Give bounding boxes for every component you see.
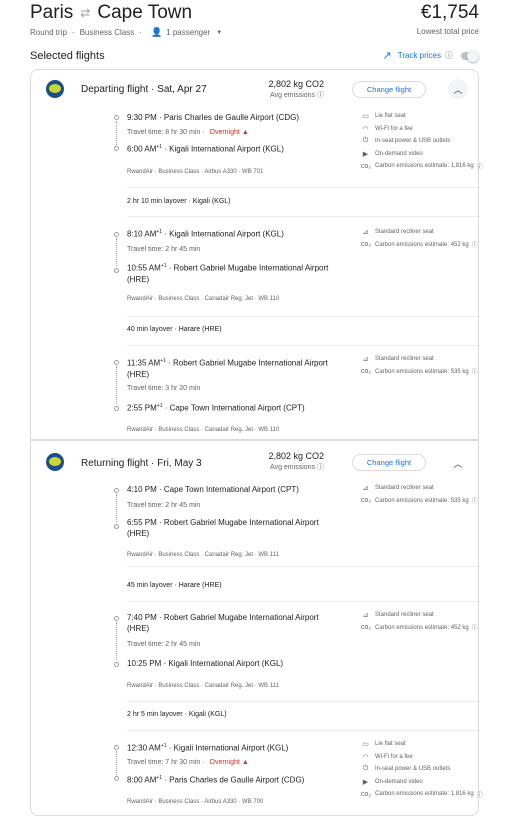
- chevron-down-icon: ▼: [216, 29, 223, 36]
- warning-icon: ▲: [241, 129, 249, 136]
- amenities-list: ⊿ Standard recliner seat co₂ Carbon emissi…: [361, 485, 478, 506]
- layover-info: 2 hr 5 min layover · Kigali (KGL): [127, 711, 227, 718]
- segment-details: RwandAir · Business Class · Canadair Reg…: [127, 296, 280, 302]
- returning-title: Returning flight · Fri, May 3: [81, 458, 202, 469]
- trip-summary: Paris ⇄ Cape Town €1,754 Round trip · Bu…: [30, 0, 479, 40]
- rwandair-logo-icon: [46, 80, 64, 98]
- segment-details: RwandAir · Business Class · Airbus A330 …: [127, 799, 264, 805]
- co2-icon: co₂: [361, 790, 372, 798]
- amenities-list: ▭ Lie flat seat ◠ Wi-Fi for a fee ⏻ In-seat…: [361, 113, 483, 171]
- amenities-list: ⊿ Standard recliner seat co₂ Carbon emissi…: [361, 229, 478, 250]
- power-outlet-icon: ⏻: [362, 765, 369, 773]
- returning-segment-1: 4:10 PM · Cape Town International Airpor…: [84, 481, 480, 561]
- trend-icon: ↗: [382, 50, 392, 62]
- change-returning-flight-button[interactable]: Change flight: [352, 454, 426, 471]
- info-icon[interactable]: ⓘ: [445, 50, 453, 61]
- price-caption: Lowest total price: [416, 27, 479, 36]
- warning-icon: ▲: [241, 759, 249, 766]
- rwandair-logo-icon: [46, 453, 64, 471]
- departing-co2: 2,802 kg CO2 Avg emissions ⓘ: [268, 79, 324, 99]
- info-icon[interactable]: ⓘ: [472, 240, 478, 249]
- returning-flight-card: Returning flight · Fri, May 3 2,802 kg C…: [30, 440, 483, 816]
- trip-type: Round trip: [30, 28, 67, 37]
- segment-details: RwandAir · Business Class · Canadair Reg…: [127, 427, 280, 433]
- co2-icon: co₂: [361, 497, 372, 505]
- returning-co2: 2,802 kg CO2 Avg emissions ⓘ: [268, 451, 324, 471]
- segment-details: RwandAir · Business Class · Canadair Reg…: [127, 552, 279, 558]
- track-prices-toggle[interactable]: [461, 49, 479, 62]
- passengers-label: 1 passenger: [166, 28, 211, 37]
- departing-segment-3: 11:35 AM+1 · Robert Gabriel Mugabe Inter…: [84, 353, 480, 441]
- passengers-selector[interactable]: 👤 1 passenger ▼: [147, 27, 222, 38]
- recliner-seat-icon: ⊿: [362, 485, 369, 493]
- video-icon: ▶: [362, 150, 369, 158]
- recliner-seat-icon: ⊿: [362, 229, 369, 237]
- info-icon[interactable]: ⓘ: [317, 92, 324, 99]
- collapse-chevron-up-icon[interactable]: ︿: [448, 453, 468, 473]
- collapse-chevron-up-icon[interactable]: ︿: [448, 79, 468, 99]
- departing-title: Departing flight · Sat, Apr 27: [81, 84, 207, 95]
- info-icon[interactable]: ⓘ: [472, 496, 478, 505]
- amenities-list: ⊿ Standard recliner seat co₂ Carbon emissi…: [361, 612, 478, 633]
- amenities-list: ▭ Lie flat seat ◠ Wi-Fi for a fee ⏻ In-seat…: [361, 741, 483, 799]
- total-price: €1,754: [420, 2, 479, 23]
- segment-details: RwandAir · Business Class · Canadair Reg…: [127, 683, 279, 689]
- co2-icon: co₂: [361, 241, 372, 249]
- layover-info: 40 min layover · Harare (HRE): [127, 326, 222, 333]
- segment-details: RwandAir · Business Class · Airbus A330 …: [127, 169, 264, 175]
- recliner-seat-icon: ⊿: [362, 356, 369, 364]
- destination-city: Cape Town: [97, 2, 193, 23]
- video-icon: ▶: [362, 778, 369, 786]
- wifi-icon: ◠: [362, 125, 369, 133]
- seat-icon: ▭: [362, 741, 369, 749]
- departing-segment-2: 8:10 AM+1 · Kigali International Airport…: [84, 225, 480, 315]
- info-icon[interactable]: ⓘ: [477, 790, 483, 799]
- selected-flights-title: Selected flights: [30, 50, 105, 62]
- info-icon[interactable]: ⓘ: [477, 162, 483, 171]
- info-icon[interactable]: ⓘ: [317, 464, 324, 471]
- wifi-icon: ◠: [362, 753, 369, 761]
- info-icon[interactable]: ⓘ: [472, 623, 478, 632]
- amenities-list: ⊿ Standard recliner seat co₂ Carbon emissi…: [361, 356, 478, 377]
- person-icon: 👤: [150, 27, 163, 37]
- round-trip-arrows-icon: ⇄: [80, 6, 91, 20]
- layover-info: 2 hr 10 min layover · Kigali (KGL): [127, 198, 231, 205]
- departing-segment-1: 9:30 PM · Paris Charles de Gaulle Airpor…: [84, 108, 483, 184]
- recliner-seat-icon: ⊿: [362, 612, 369, 620]
- returning-segment-3: 12:30 AM+1 · Kigali International Airpor…: [84, 738, 483, 816]
- track-prices[interactable]: ↗ Track prices ⓘ: [383, 49, 479, 62]
- power-outlet-icon: ⏻: [362, 137, 369, 145]
- seat-icon: ▭: [362, 113, 369, 121]
- returning-segment-2: 7:40 PM · Robert Gabriel Mugabe Internat…: [84, 609, 480, 699]
- track-prices-label: Track prices: [397, 51, 441, 60]
- co2-icon: co₂: [361, 624, 372, 632]
- co2-icon: co₂: [361, 368, 372, 376]
- route-title: Paris ⇄ Cape Town: [30, 2, 192, 24]
- co2-icon: co₂: [361, 162, 372, 170]
- origin-city: Paris: [30, 2, 74, 23]
- trip-meta: Round trip · Business Class · 👤 1 passen…: [30, 27, 223, 38]
- layover-info: 45 min layover · Harare (HRE): [127, 582, 222, 589]
- info-icon[interactable]: ⓘ: [472, 367, 478, 376]
- cabin-class: Business Class: [79, 28, 135, 37]
- departing-flight-card: Departing flight · Sat, Apr 27 2,802 kg …: [30, 69, 483, 441]
- selected-flights-header: Selected flights ↗ Track prices ⓘ: [30, 48, 479, 66]
- change-departing-flight-button[interactable]: Change flight: [352, 81, 426, 98]
